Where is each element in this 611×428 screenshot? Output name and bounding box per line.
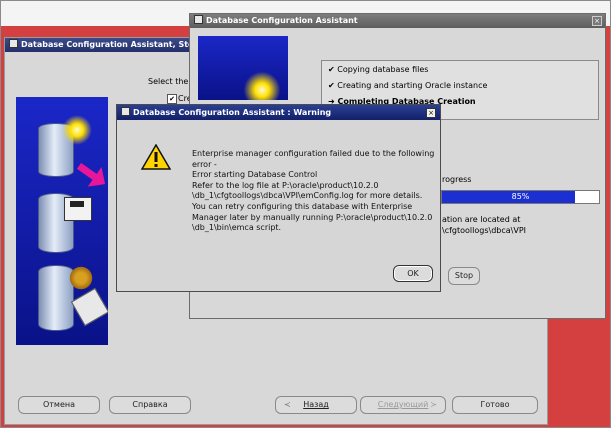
screenshot-frame bbox=[0, 0, 611, 428]
